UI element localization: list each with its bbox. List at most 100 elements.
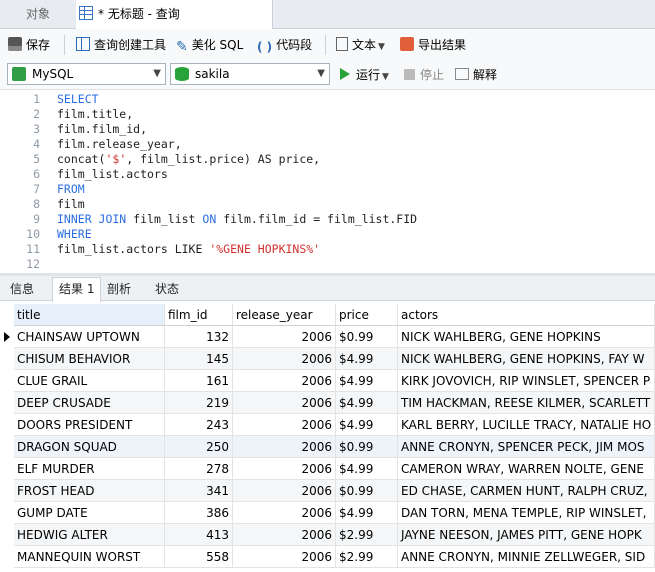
cell-title[interactable]: DOORS PRESIDENT <box>14 414 165 436</box>
cell-price[interactable]: $0.99 <box>336 480 398 502</box>
cell-film-id[interactable]: 161 <box>165 370 233 392</box>
cell-film-id[interactable]: 243 <box>165 414 233 436</box>
table-row[interactable]: CHISUM BEHAVIOR 145 2006 $4.99 NICK WAHLBERG… <box>0 348 655 370</box>
cell-title[interactable]: ELF MURDER <box>14 458 165 480</box>
column-header-release-year[interactable]: release_year <box>233 304 336 326</box>
query-builder-button[interactable]: 查询创建工具 <box>76 36 166 54</box>
cell-actors[interactable]: NICK WAHLBERG, GENE HOPKINS <box>398 326 655 348</box>
line-number: 7 <box>33 182 40 196</box>
tab-status[interactable]: 状态 <box>149 278 185 300</box>
table-row[interactable]: FROST HEAD 341 2006 $0.99 ED CHASE, CARMEN H… <box>0 480 655 502</box>
cell-release-year[interactable]: 2006 <box>233 480 336 502</box>
cell-release-year[interactable]: 2006 <box>233 546 336 568</box>
column-header-title[interactable]: title <box>14 304 165 326</box>
table-row[interactable]: ELF MURDER 278 2006 $4.99 CAMERON WRAY, WARR… <box>0 458 655 480</box>
cell-film-id[interactable]: 219 <box>165 392 233 414</box>
tab-message[interactable]: 信息 <box>4 278 40 300</box>
cell-price[interactable]: $4.99 <box>336 458 398 480</box>
chevron-down-icon[interactable]: ▼ <box>382 72 389 82</box>
cell-actors[interactable]: KIRK JOVOVICH, RIP WINSLET, SPENCER P <box>398 370 655 392</box>
tab-profile[interactable]: 剖析 <box>101 278 137 300</box>
cell-title[interactable]: DRAGON SQUAD <box>14 436 165 458</box>
sql-editor[interactable]: 1 2 3 4 5 6 7 8 9 10 11 12 SELECT film.t… <box>0 90 655 272</box>
cell-actors[interactable]: KARL BERRY, LUCILLE TRACY, NATALIE HO <box>398 414 655 436</box>
cell-release-year[interactable]: 2006 <box>233 326 336 348</box>
cell-film-id[interactable]: 413 <box>165 524 233 546</box>
database-select[interactable]: sakila ▼ <box>170 63 330 85</box>
query-table-icon <box>79 6 93 20</box>
cell-title[interactable]: FROST HEAD <box>14 480 165 502</box>
cell-title[interactable]: GUMP DATE <box>14 502 165 524</box>
table-row[interactable]: HEDWIG ALTER 413 2006 $2.99 JAYNE NEESON, JA… <box>0 524 655 546</box>
cell-release-year[interactable]: 2006 <box>233 502 336 524</box>
cell-release-year[interactable]: 2006 <box>233 414 336 436</box>
cell-title[interactable]: HEDWIG ALTER <box>14 524 165 546</box>
cell-price[interactable]: $4.99 <box>336 392 398 414</box>
cell-actors[interactable]: DAN TORN, MENA TEMPLE, RIP WINSLET, <box>398 502 655 524</box>
cell-film-id[interactable]: 250 <box>165 436 233 458</box>
table-row[interactable]: CHAINSAW UPTOWN 132 2006 $0.99 NICK WAHLBERG… <box>0 326 655 348</box>
cell-price[interactable]: $4.99 <box>336 502 398 524</box>
cell-film-id[interactable]: 132 <box>165 326 233 348</box>
chevron-down-icon: ▼ <box>378 42 385 52</box>
run-button[interactable]: 运行 ▼ <box>340 66 389 86</box>
text-menu-button[interactable]: 文本 ▼ <box>336 36 385 54</box>
cell-title[interactable]: DEEP CRUSADE <box>14 392 165 414</box>
cell-title[interactable]: CHAINSAW UPTOWN <box>14 326 165 348</box>
cell-actors[interactable]: TIM HACKMAN, REESE KILMER, SCARLETT <box>398 392 655 414</box>
cell-title[interactable]: CHISUM BEHAVIOR <box>14 348 165 370</box>
cell-price[interactable]: $4.99 <box>336 348 398 370</box>
cell-price[interactable]: $2.99 <box>336 524 398 546</box>
cell-title[interactable]: CLUE GRAIL <box>14 370 165 392</box>
cell-title[interactable]: MANNEQUIN WORST <box>14 546 165 568</box>
tab-objects[interactable]: 对象 <box>0 0 77 28</box>
cell-price[interactable]: $4.99 <box>336 414 398 436</box>
cell-film-id[interactable]: 145 <box>165 348 233 370</box>
table-row[interactable]: MANNEQUIN WORST 558 2006 $2.99 ANNE CRONYN, … <box>0 546 655 568</box>
cell-film-id[interactable]: 558 <box>165 546 233 568</box>
code-line: film_list.actors LIKE '%GENE HOPKINS%' <box>57 242 321 256</box>
table-row[interactable]: GUMP DATE 386 2006 $4.99 DAN TORN, MENA TEMP… <box>0 502 655 524</box>
cell-film-id[interactable]: 278 <box>165 458 233 480</box>
cell-release-year[interactable]: 2006 <box>233 348 336 370</box>
explain-button[interactable]: 解释 <box>455 66 497 84</box>
connection-select[interactable]: MySQL ▼ <box>7 63 166 85</box>
column-header-film-id[interactable]: film_id <box>165 304 233 326</box>
table-row[interactable]: DRAGON SQUAD 250 2006 $0.99 ANNE CRONYN, SPE… <box>0 436 655 458</box>
cell-release-year[interactable]: 2006 <box>233 392 336 414</box>
cell-actors[interactable]: CAMERON WRAY, WARREN NOLTE, GENE <box>398 458 655 480</box>
cell-actors[interactable]: ED CHASE, CARMEN HUNT, RALPH CRUZ, <box>398 480 655 502</box>
cell-actors[interactable]: JAYNE NEESON, JAMES PITT, GENE HOPK <box>398 524 655 546</box>
tab-result-1[interactable]: 结果 1 <box>52 277 102 302</box>
export-icon <box>400 37 414 51</box>
cell-release-year[interactable]: 2006 <box>233 524 336 546</box>
save-button[interactable]: 保存 <box>8 36 50 54</box>
table-row[interactable]: DEEP CRUSADE 219 2006 $4.99 TIM HACKMAN, REE… <box>0 392 655 414</box>
cell-actors[interactable]: NICK WAHLBERG, GENE HOPKINS, FAY W <box>398 348 655 370</box>
export-results-button[interactable]: 导出结果 <box>400 36 466 54</box>
tab-untitled-query[interactable]: * 无标题 - 查询 <box>76 0 273 29</box>
cell-price[interactable]: $0.99 <box>336 436 398 458</box>
stop-button[interactable]: 停止 <box>404 66 444 84</box>
cell-film-id[interactable]: 386 <box>165 502 233 524</box>
cell-release-year[interactable]: 2006 <box>233 370 336 392</box>
cell-actors[interactable]: ANNE CRONYN, MINNIE ZELLWEGER, SID <box>398 546 655 568</box>
column-header-price[interactable]: price <box>336 304 398 326</box>
code-snippet-button[interactable]: ( ) 代码段 <box>257 36 312 54</box>
cell-price[interactable]: $0.99 <box>336 326 398 348</box>
column-header-actors[interactable]: actors <box>398 304 655 326</box>
cell-release-year[interactable]: 2006 <box>233 436 336 458</box>
cell-price[interactable]: $4.99 <box>336 370 398 392</box>
beautify-sql-button[interactable]: ✎ 美化 SQL <box>176 36 243 55</box>
query-builder-label: 查询创建工具 <box>94 38 167 52</box>
line-number: 5 <box>33 152 40 166</box>
cell-price[interactable]: $2.99 <box>336 546 398 568</box>
cell-film-id[interactable]: 341 <box>165 480 233 502</box>
cell-actors[interactable]: ANNE CRONYN, SPENCER PECK, JIM MOS <box>398 436 655 458</box>
code-line: FROM <box>57 182 85 196</box>
cell-release-year[interactable]: 2006 <box>233 458 336 480</box>
export-results-label: 导出结果 <box>418 38 467 52</box>
table-row[interactable]: DOORS PRESIDENT 243 2006 $4.99 KARL BERRY, L… <box>0 414 655 436</box>
code-line: film_list.actors <box>57 167 168 181</box>
table-row[interactable]: CLUE GRAIL 161 2006 $4.99 KIRK JOVOVICH, RIP… <box>0 370 655 392</box>
